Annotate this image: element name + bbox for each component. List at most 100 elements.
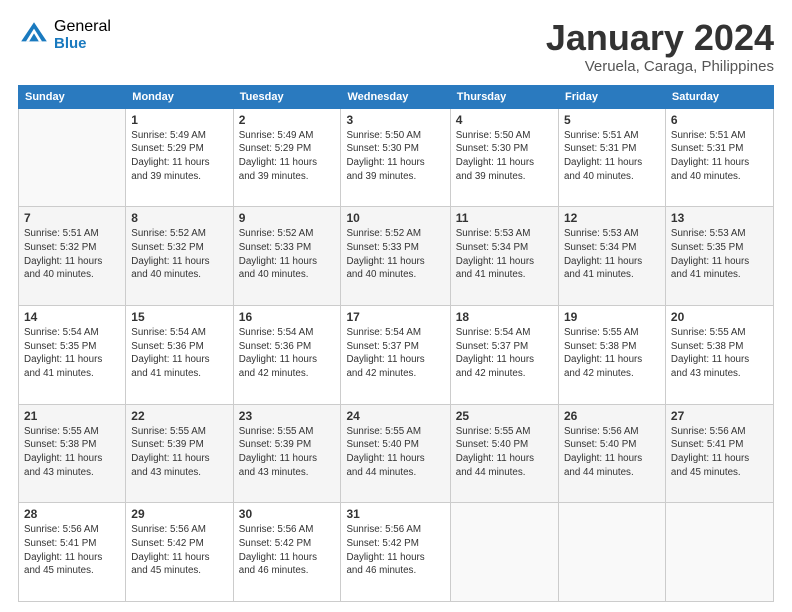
calendar-cell: 19 Sunrise: 5:55 AMSunset: 5:38 PMDayligh…: [558, 305, 665, 404]
day-info: Sunrise: 5:50 AMSunset: 5:30 PMDaylight:…: [346, 129, 444, 184]
calendar-cell: 3Sunrise: 5:50 AMSunset: 5:30 PMDaylight…: [341, 108, 450, 207]
page: General Blue January 2024 Veruela, Carag…: [0, 0, 792, 612]
calendar-cell: 9 Sunrise: 5:52 AMSunset: 5:33 PMDaylight…: [233, 207, 341, 306]
calendar-title: January 2024: [546, 18, 774, 58]
calendar-cell: 25Sunrise: 5:55 AMSunset: 5:40 PMDayligh…: [450, 404, 558, 503]
day-number: 29: [131, 507, 227, 521]
day-number: 26: [564, 409, 660, 423]
day-info: Sunrise: 5:55 AMSunset: 5:39 PMDaylight:…: [239, 425, 336, 480]
weekday-header-monday: Monday: [126, 85, 233, 108]
calendar-cell: [19, 108, 126, 207]
calendar-cell: 13Sunrise: 5:53 AMSunset: 5:35 PMDayligh…: [665, 207, 773, 306]
weekday-header-thursday: Thursday: [450, 85, 558, 108]
day-info: Sunrise: 5:55 AMSunset: 5:38 PMDaylight:…: [671, 326, 768, 381]
day-info: Sunrise: 5:49 AMSunset: 5:29 PMDaylight:…: [239, 129, 336, 184]
day-number: 14: [24, 310, 120, 324]
calendar-cell: 20 Sunrise: 5:55 AMSunset: 5:38 PMDayligh…: [665, 305, 773, 404]
calendar-cell: 5 Sunrise: 5:51 AMSunset: 5:31 PMDaylight…: [558, 108, 665, 207]
day-number: 5: [564, 113, 660, 127]
day-info: Sunrise: 5:56 AMSunset: 5:41 PMDaylight:…: [24, 523, 120, 578]
calendar-cell: 22 Sunrise: 5:55 AMSunset: 5:39 PMDayligh…: [126, 404, 233, 503]
day-info: Sunrise: 5:53 AMSunset: 5:34 PMDaylight:…: [456, 227, 553, 282]
calendar-cell: 7 Sunrise: 5:51 AMSunset: 5:32 PMDaylight…: [19, 207, 126, 306]
week-row-1: 1 Sunrise: 5:49 AMSunset: 5:29 PMDaylight…: [19, 108, 774, 207]
day-number: 20: [671, 310, 768, 324]
title-block: January 2024 Veruela, Caraga, Philippine…: [546, 18, 774, 75]
day-number: 6: [671, 113, 768, 127]
day-number: 8: [131, 211, 227, 225]
week-row-4: 21 Sunrise: 5:55 AMSunset: 5:38 PMDayligh…: [19, 404, 774, 503]
weekday-header-sunday: Sunday: [19, 85, 126, 108]
day-info: Sunrise: 5:53 AMSunset: 5:34 PMDaylight:…: [564, 227, 660, 282]
calendar-cell: 14 Sunrise: 5:54 AMSunset: 5:35 PMDayligh…: [19, 305, 126, 404]
logo-icon: [18, 19, 50, 51]
calendar-cell: 29 Sunrise: 5:56 AMSunset: 5:42 PMDayligh…: [126, 503, 233, 602]
day-info: Sunrise: 5:56 AMSunset: 5:42 PMDaylight:…: [131, 523, 227, 578]
logo-text: General Blue: [54, 18, 111, 52]
calendar-subtitle: Veruela, Caraga, Philippines: [546, 58, 774, 75]
day-info: Sunrise: 5:55 AMSunset: 5:38 PMDaylight:…: [24, 425, 120, 480]
day-number: 15: [131, 310, 227, 324]
calendar-cell: 2Sunrise: 5:49 AMSunset: 5:29 PMDaylight…: [233, 108, 341, 207]
calendar-cell: 1 Sunrise: 5:49 AMSunset: 5:29 PMDaylight…: [126, 108, 233, 207]
calendar-cell: 21 Sunrise: 5:55 AMSunset: 5:38 PMDayligh…: [19, 404, 126, 503]
day-number: 22: [131, 409, 227, 423]
calendar-cell: 6 Sunrise: 5:51 AMSunset: 5:31 PMDaylight…: [665, 108, 773, 207]
day-number: 1: [131, 113, 227, 127]
day-number: 12: [564, 211, 660, 225]
week-row-2: 7 Sunrise: 5:51 AMSunset: 5:32 PMDaylight…: [19, 207, 774, 306]
day-number: 19: [564, 310, 660, 324]
calendar-cell: 30 Sunrise: 5:56 AMSunset: 5:42 PMDayligh…: [233, 503, 341, 602]
calendar-cell: 15 Sunrise: 5:54 AMSunset: 5:36 PMDayligh…: [126, 305, 233, 404]
day-info: Sunrise: 5:52 AMSunset: 5:33 PMDaylight:…: [239, 227, 336, 282]
day-info: Sunrise: 5:56 AMSunset: 5:41 PMDaylight:…: [671, 425, 768, 480]
calendar-cell: 8Sunrise: 5:52 AMSunset: 5:32 PMDaylight…: [126, 207, 233, 306]
week-row-5: 28 Sunrise: 5:56 AMSunset: 5:41 PMDayligh…: [19, 503, 774, 602]
day-info: Sunrise: 5:54 AMSunset: 5:37 PMDaylight:…: [456, 326, 553, 381]
calendar-cell: 18 Sunrise: 5:54 AMSunset: 5:37 PMDayligh…: [450, 305, 558, 404]
day-number: 28: [24, 507, 120, 521]
day-info: Sunrise: 5:56 AMSunset: 5:42 PMDaylight:…: [239, 523, 336, 578]
day-info: Sunrise: 5:49 AMSunset: 5:29 PMDaylight:…: [131, 129, 227, 184]
calendar-cell: 11 Sunrise: 5:53 AMSunset: 5:34 PMDayligh…: [450, 207, 558, 306]
day-info: Sunrise: 5:51 AMSunset: 5:31 PMDaylight:…: [564, 129, 660, 184]
day-number: 30: [239, 507, 336, 521]
calendar-cell: [450, 503, 558, 602]
day-number: 24: [346, 409, 444, 423]
day-number: 4: [456, 113, 553, 127]
calendar-cell: [665, 503, 773, 602]
calendar-cell: 16Sunrise: 5:54 AMSunset: 5:36 PMDayligh…: [233, 305, 341, 404]
calendar-cell: 23 Sunrise: 5:55 AMSunset: 5:39 PMDayligh…: [233, 404, 341, 503]
day-number: 7: [24, 211, 120, 225]
day-info: Sunrise: 5:55 AMSunset: 5:40 PMDaylight:…: [346, 425, 444, 480]
day-info: Sunrise: 5:55 AMSunset: 5:38 PMDaylight:…: [564, 326, 660, 381]
day-number: 18: [456, 310, 553, 324]
day-number: 13: [671, 211, 768, 225]
weekday-header-tuesday: Tuesday: [233, 85, 341, 108]
day-info: Sunrise: 5:56 AMSunset: 5:42 PMDaylight:…: [346, 523, 444, 578]
day-number: 10: [346, 211, 444, 225]
day-number: 21: [24, 409, 120, 423]
day-number: 31: [346, 507, 444, 521]
day-number: 11: [456, 211, 553, 225]
calendar-cell: 24 Sunrise: 5:55 AMSunset: 5:40 PMDayligh…: [341, 404, 450, 503]
day-number: 25: [456, 409, 553, 423]
calendar-cell: 4Sunrise: 5:50 AMSunset: 5:30 PMDaylight…: [450, 108, 558, 207]
calendar-cell: 10 Sunrise: 5:52 AMSunset: 5:33 PMDayligh…: [341, 207, 450, 306]
day-number: 9: [239, 211, 336, 225]
day-info: Sunrise: 5:51 AMSunset: 5:31 PMDaylight:…: [671, 129, 768, 184]
day-info: Sunrise: 5:54 AMSunset: 5:36 PMDaylight:…: [131, 326, 227, 381]
calendar-cell: 27Sunrise: 5:56 AMSunset: 5:41 PMDayligh…: [665, 404, 773, 503]
day-info: Sunrise: 5:54 AMSunset: 5:35 PMDaylight:…: [24, 326, 120, 381]
day-info: Sunrise: 5:55 AMSunset: 5:39 PMDaylight:…: [131, 425, 227, 480]
header: General Blue January 2024 Veruela, Carag…: [18, 18, 774, 75]
day-number: 23: [239, 409, 336, 423]
day-info: Sunrise: 5:51 AMSunset: 5:32 PMDaylight:…: [24, 227, 120, 282]
calendar-cell: 12 Sunrise: 5:53 AMSunset: 5:34 PMDayligh…: [558, 207, 665, 306]
day-info: Sunrise: 5:52 AMSunset: 5:33 PMDaylight:…: [346, 227, 444, 282]
weekday-header-row: SundayMondayTuesdayWednesdayThursdayFrid…: [19, 85, 774, 108]
weekday-header-wednesday: Wednesday: [341, 85, 450, 108]
weekday-header-saturday: Saturday: [665, 85, 773, 108]
day-info: Sunrise: 5:54 AMSunset: 5:37 PMDaylight:…: [346, 326, 444, 381]
logo-general: General: [54, 18, 111, 36]
